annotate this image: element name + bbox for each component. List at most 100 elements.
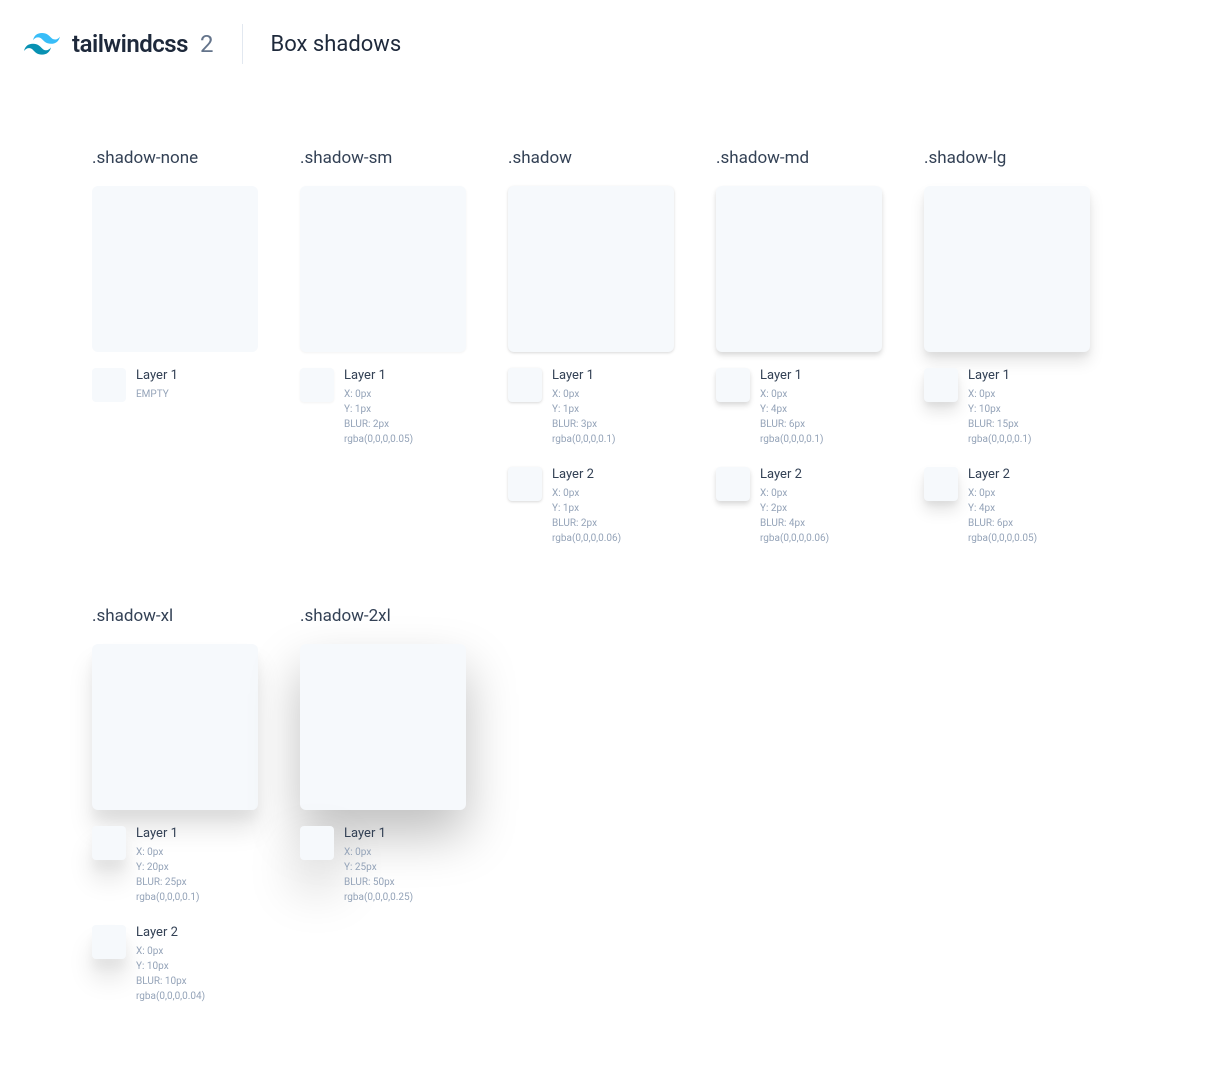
- layer-x: X: 0px: [968, 387, 1090, 402]
- shadow-layer: Layer 2 X: 0pxY: 4pxBLUR: 6pxrgba(0,0,0,0…: [924, 467, 1090, 546]
- layer-x: X: 0px: [136, 845, 258, 860]
- layer-title: Layer 1: [968, 368, 1090, 383]
- layer-y: Y: 4px: [760, 402, 882, 417]
- layer-title: Layer 1: [136, 368, 258, 383]
- layer-title: Layer 2: [968, 467, 1090, 482]
- layer-info: Layer 1X: 0pxY: 25pxBLUR: 50pxrgba(0,0,0…: [344, 826, 466, 905]
- layer-y: Y: 4px: [968, 501, 1090, 516]
- layer-blur: BLUR: 6px: [968, 516, 1090, 531]
- layer-color: rgba(0,0,0,0.1): [136, 890, 258, 905]
- layer-info: Layer 1 X: 0pxY: 1pxBLUR: 3pxrgba(0,0,0,0…: [552, 368, 674, 447]
- layer-y: Y: 2px: [760, 501, 882, 516]
- layer-info: Layer 2 X: 0pxY: 1pxBLUR: 2pxrgba(0,0,0,0…: [552, 467, 674, 546]
- shadow-layer: Layer 1 EMPTY: [92, 368, 258, 402]
- layer-title: Layer 2: [136, 925, 258, 940]
- layer-x: X: 0px: [552, 387, 674, 402]
- layer-title: Layer 2: [552, 467, 674, 482]
- layer-color: rgba(0,0,0,0.05): [968, 531, 1090, 546]
- shadow-swatch: [92, 644, 258, 810]
- shadow-card: .shadow-smLayer 1X: 0pxY: 1pxBLUR: 2pxrg…: [300, 148, 466, 566]
- brand: tailwindcss 2: [24, 30, 214, 58]
- layer-title: Layer 1: [760, 368, 882, 383]
- layer-blur: BLUR: 3px: [552, 417, 674, 432]
- shadow-layer: Layer 2 X: 0pxY: 1pxBLUR: 2pxrgba(0,0,0,0…: [508, 467, 674, 546]
- mini-swatch: [92, 826, 126, 860]
- shadow-swatch: [924, 186, 1090, 352]
- layer-title: Layer 2: [760, 467, 882, 482]
- layer-info: Layer 2 X: 0pxY: 4pxBLUR: 6pxrgba(0,0,0,0…: [968, 467, 1090, 546]
- layer-title: Layer 1: [344, 826, 466, 841]
- shadow-layer: Layer 1X: 0pxY: 25pxBLUR: 50pxrgba(0,0,0…: [300, 826, 466, 905]
- shadow-layer: Layer 1 X: 0pxY: 4pxBLUR: 6pxrgba(0,0,0,0…: [716, 368, 882, 447]
- layer-y: Y: 1px: [552, 501, 674, 516]
- layer-blur: BLUR: 4px: [760, 516, 882, 531]
- layer-color: rgba(0,0,0,0.1): [968, 432, 1090, 447]
- layer-color: rgba(0,0,0,0.1): [552, 432, 674, 447]
- layer-info: Layer 1X: 0pxY: 20pxBLUR: 25pxrgba(0,0,0…: [136, 826, 258, 905]
- layer-color: rgba(0,0,0,0.25): [344, 890, 466, 905]
- layer-color: rgba(0,0,0,0.06): [552, 531, 674, 546]
- shadow-swatch: [508, 186, 674, 352]
- layer-blur: BLUR: 15px: [968, 417, 1090, 432]
- layer-title: Layer 1: [552, 368, 674, 383]
- shadow-class-name: .shadow-none: [92, 148, 258, 168]
- layer-title: Layer 1: [344, 368, 466, 383]
- shadow-layer: Layer 1X: 0pxY: 10pxBLUR: 15pxrgba(0,0,0…: [924, 368, 1090, 447]
- brand-version: 2: [200, 30, 214, 58]
- shadow-card: .shadow-mdLayer 1X: 0pxY: 4pxBLUR: 6pxrg…: [716, 148, 882, 566]
- layer-x: X: 0px: [552, 486, 674, 501]
- shadow-swatch: [300, 644, 466, 810]
- layer-blur: BLUR: 2px: [552, 516, 674, 531]
- layer-info: Layer 1 X: 0pxY: 4pxBLUR: 6pxrgba(0,0,0,0…: [760, 368, 882, 447]
- mini-swatch: [92, 368, 126, 402]
- layer-info: Layer 2 X: 0pxY: 2pxBLUR: 4pxrgba(0,0,0,0…: [760, 467, 882, 546]
- brand-name: tailwindcss: [72, 30, 188, 58]
- layer-x: X: 0px: [968, 486, 1090, 501]
- layer-x: X: 0px: [760, 486, 882, 501]
- mini-swatch: [300, 368, 334, 402]
- layer-x: X: 0px: [344, 387, 466, 402]
- layer-x: X: 0px: [344, 845, 466, 860]
- mini-swatch: [716, 368, 750, 402]
- shadow-grid: .shadow-noneLayer 1EMPTY.shadow-smLayer …: [0, 88, 1220, 1084]
- layer-info: Layer 2 X: 0pxY: 10pxBLUR: 10pxrgba(0,0,0…: [136, 925, 258, 1004]
- shadow-swatch: [300, 186, 466, 352]
- layer-blur: BLUR: 6px: [760, 417, 882, 432]
- layer-empty: EMPTY: [136, 387, 258, 402]
- layer-blur: BLUR: 10px: [136, 974, 258, 989]
- vertical-divider: [242, 24, 243, 64]
- layer-y: Y: 1px: [344, 402, 466, 417]
- layer-color: rgba(0,0,0,0.05): [344, 432, 466, 447]
- layer-color: rgba(0,0,0,0.04): [136, 989, 258, 1004]
- layer-title: Layer 1: [136, 826, 258, 841]
- layer-info: Layer 1 EMPTY: [136, 368, 258, 402]
- layer-y: Y: 10px: [136, 959, 258, 974]
- shadow-class-name: .shadow: [508, 148, 674, 168]
- layer-color: rgba(0,0,0,0.06): [760, 531, 882, 546]
- shadow-card: .shadow-2xlLayer 1X: 0pxY: 25pxBLUR: 50p…: [300, 606, 466, 1024]
- shadow-class-name: .shadow-md: [716, 148, 882, 168]
- layer-x: X: 0px: [760, 387, 882, 402]
- layer-blur: BLUR: 2px: [344, 417, 466, 432]
- mini-swatch: [300, 826, 334, 860]
- shadow-layer: Layer 1 X: 0pxY: 1pxBLUR: 2pxrgba(0,0,0,0…: [300, 368, 466, 447]
- shadow-layer: Layer 1 X: 0pxY: 1pxBLUR: 3pxrgba(0,0,0,0…: [508, 368, 674, 447]
- tailwind-logo-icon: [24, 32, 60, 56]
- shadow-swatch: [92, 186, 258, 352]
- layer-info: Layer 1 X: 0pxY: 1pxBLUR: 2pxrgba(0,0,0,0…: [344, 368, 466, 447]
- page-title: Box shadows: [271, 32, 402, 57]
- mini-swatch: [924, 467, 958, 501]
- layer-y: Y: 1px: [552, 402, 674, 417]
- mini-swatch: [508, 467, 542, 501]
- mini-swatch: [924, 368, 958, 402]
- shadow-layer: Layer 2 X: 0pxY: 2pxBLUR: 4pxrgba(0,0,0,0…: [716, 467, 882, 546]
- shadow-class-name: .shadow-xl: [92, 606, 258, 626]
- shadow-card: .shadow-xlLayer 1X: 0pxY: 20pxBLUR: 25px…: [92, 606, 258, 1024]
- shadow-class-name: .shadow-lg: [924, 148, 1090, 168]
- mini-swatch: [92, 925, 126, 959]
- shadow-layer: Layer 2 X: 0pxY: 10pxBLUR: 10pxrgba(0,0,0…: [92, 925, 258, 1004]
- layer-x: X: 0px: [136, 944, 258, 959]
- layer-color: rgba(0,0,0,0.1): [760, 432, 882, 447]
- shadow-card: .shadowLayer 1X: 0pxY: 1pxBLUR: 3pxrgba(…: [508, 148, 674, 566]
- mini-swatch: [716, 467, 750, 501]
